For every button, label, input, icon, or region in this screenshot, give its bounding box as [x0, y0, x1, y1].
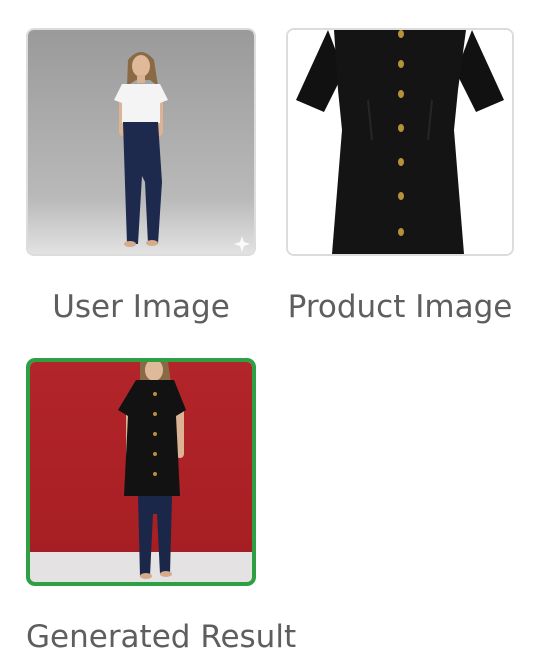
generated-result-photo [30, 362, 252, 582]
user-image-caption: User Image [52, 289, 230, 325]
user-image-photo [28, 30, 254, 254]
product-image-photo [288, 30, 512, 254]
product-image-card[interactable] [286, 28, 514, 256]
user-image-card[interactable] [26, 28, 256, 256]
generated-result-card[interactable] [26, 358, 256, 586]
product-image-caption: Product Image [287, 289, 513, 325]
generated-result-caption: Generated Result [26, 619, 297, 655]
